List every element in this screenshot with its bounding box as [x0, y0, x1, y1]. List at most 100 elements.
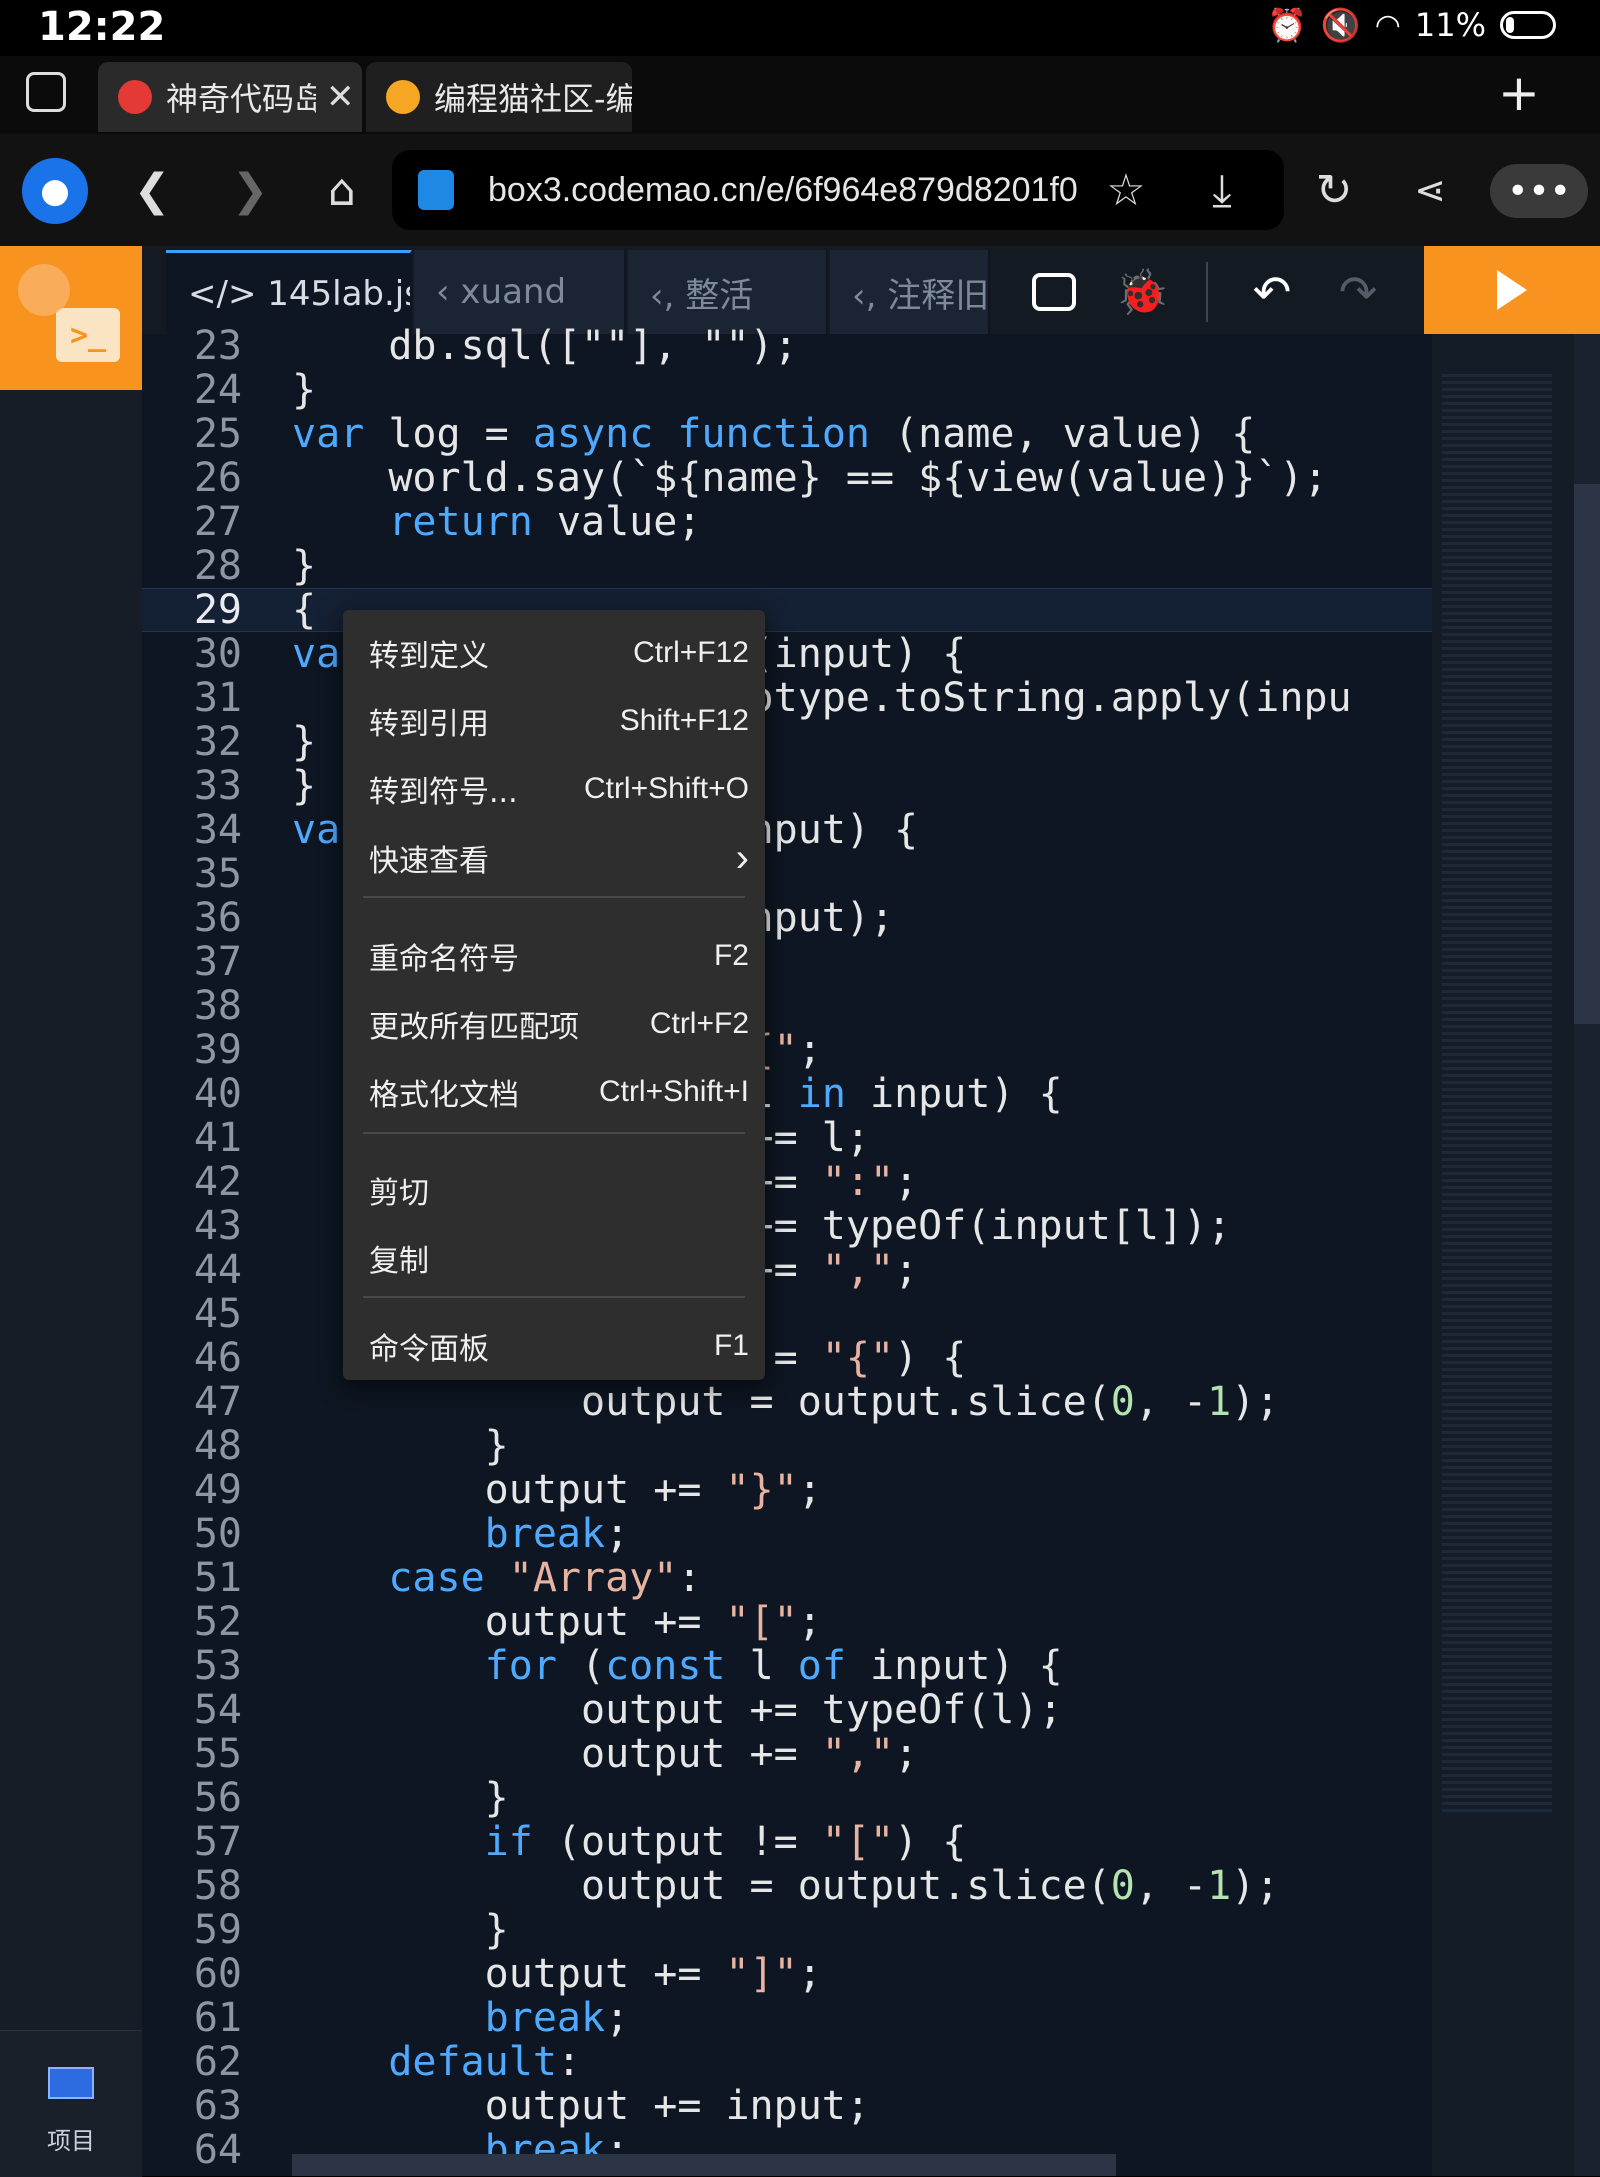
line-number: 54 — [193, 1687, 242, 1733]
line-number: 39 — [193, 1027, 242, 1073]
close-tab-icon[interactable]: ✕ — [326, 77, 355, 117]
line-number: 58 — [193, 1863, 242, 1909]
redo-icon[interactable]: ↷ — [1322, 256, 1394, 328]
project-chip-icon — [48, 2067, 94, 2099]
line-number: 29 — [193, 587, 242, 633]
line-number: 43 — [193, 1203, 242, 1249]
line-number: 26 — [193, 455, 242, 501]
line-number: 48 — [193, 1423, 242, 1469]
comment-icon[interactable] — [1018, 256, 1090, 328]
code-line-32: } — [292, 719, 317, 765]
browser-tab-codemao[interactable]: 编程猫社区-编 — [366, 62, 632, 132]
code-line-55: output += ","; — [292, 1731, 919, 1777]
run-button[interactable] — [1424, 246, 1600, 334]
line-number: 27 — [193, 499, 242, 545]
code-line-52: output += "["; — [292, 1599, 822, 1645]
download-icon[interactable]: ⤓ — [1182, 150, 1262, 230]
new-tab-button[interactable]: + — [1498, 64, 1540, 122]
vertical-scrollbar[interactable] — [1574, 334, 1600, 2176]
code-line-48: } — [292, 1423, 509, 1469]
wifi-icon: ◠ — [1374, 7, 1401, 43]
battery-icon — [1500, 11, 1556, 39]
status-time: 12:22 — [38, 4, 166, 50]
code-line-29: { — [292, 587, 317, 633]
play-icon — [1497, 270, 1527, 310]
line-number: 37 — [193, 939, 242, 985]
code-line-61: break; — [484, 1995, 630, 2041]
codemao-favicon — [386, 80, 420, 114]
line-number: 59 — [193, 1907, 242, 1953]
mute-icon: 🔇 — [1320, 6, 1361, 44]
code-line-51: case "Array": — [388, 1555, 702, 1601]
menu-command-palette[interactable]: 命令面板 F1 — [369, 1318, 749, 1374]
avatar-badge-icon — [18, 264, 70, 316]
line-number: 55 — [193, 1731, 242, 1777]
menu-cut[interactable]: 剪切 — [369, 1162, 749, 1218]
menu-separator — [363, 896, 745, 898]
toolbar-divider — [1206, 262, 1208, 322]
home-button[interactable]: ⌂ — [302, 150, 382, 230]
line-number: 44 — [193, 1247, 242, 1293]
menu-button[interactable]: ••• — [1490, 164, 1588, 218]
line-number: 53 — [193, 1643, 242, 1689]
site-lock-icon[interactable] — [418, 170, 454, 210]
minimap[interactable] — [1432, 334, 1574, 2176]
code-line-25: var log = async function (name, value) { — [292, 411, 1256, 457]
line-number: 57 — [193, 1819, 242, 1865]
scrollbar-thumb[interactable] — [1574, 484, 1600, 1024]
share-icon[interactable]: ⋖ — [1390, 150, 1470, 230]
line-number: 56 — [193, 1775, 242, 1821]
forward-button[interactable]: ❯ — [210, 150, 290, 230]
battery-percent: 11% — [1414, 6, 1486, 44]
reload-button[interactable]: ↻ — [1294, 150, 1374, 230]
chevron-right-icon: › — [735, 835, 749, 880]
line-number: 42 — [193, 1159, 242, 1205]
project-panel-button[interactable]: 项目 — [0, 2030, 142, 2177]
status-icons: ⏰ 🔇 ◠ 11% — [1267, 6, 1556, 44]
undo-icon[interactable]: ↶ — [1236, 256, 1308, 328]
ide-tab-label: </> 145lab.js — [188, 273, 412, 314]
line-number: 40 — [193, 1071, 242, 1117]
menu-copy[interactable]: 复制 — [369, 1230, 749, 1286]
line-number: 63 — [193, 2083, 242, 2129]
ide-tab-label: ‹ xuand — [436, 272, 567, 312]
code-line-27: return value; — [388, 499, 702, 545]
menu-go-to-references[interactable]: 转到引用 Shift+F12 — [369, 693, 749, 749]
line-number: 49 — [193, 1467, 242, 1513]
ide-tab-zhushi[interactable]: ‹, 注释旧 — [830, 250, 990, 334]
bookmark-star-icon[interactable]: ☆ — [1086, 150, 1166, 230]
ide-tab-label: ‹, 整活 — [650, 275, 754, 316]
menu-go-to-definition[interactable]: 转到定义 Ctrl+F12 — [369, 625, 749, 681]
line-number: 46 — [193, 1335, 242, 1381]
project-label: 项目 — [47, 2127, 95, 2155]
ide-tab-zhenghuo[interactable]: ‹, 整活 — [628, 250, 828, 334]
line-number: 34 — [193, 807, 242, 853]
ide-tab-xuand[interactable]: ‹ xuand — [414, 250, 626, 334]
line-number: 25 — [193, 411, 242, 457]
menu-format-document[interactable]: 格式化文档 Ctrl+Shift+I — [369, 1064, 749, 1120]
code-line-62: default: — [388, 2039, 581, 2085]
ide-tab-145lab[interactable]: </> 145lab.js — [166, 250, 412, 334]
left-activity-rail — [0, 390, 142, 2176]
browser-tab-label: 编程猫社区-编 — [434, 80, 632, 118]
line-number: 38 — [193, 983, 242, 1029]
ide-logo[interactable]: >_ — [0, 246, 142, 390]
line-number: 36 — [193, 895, 242, 941]
profile-avatar[interactable]: ● — [22, 158, 88, 224]
back-button[interactable]: ❮ — [112, 150, 192, 230]
code-line-47: output = output.slice(0, -1); — [292, 1379, 1280, 1425]
menu-peek[interactable]: 快速查看 › — [369, 830, 749, 886]
browser-tab-codeisland[interactable]: 神奇代码岛 ✕ — [98, 62, 362, 132]
tab-switcher-icon[interactable] — [26, 72, 66, 112]
debug-bug-icon[interactable]: 🐞 — [1106, 256, 1178, 328]
current-line-highlight — [142, 588, 1432, 632]
ide-tab-label: ‹, 注释旧 — [852, 275, 990, 316]
line-number: 50 — [193, 1511, 242, 1557]
menu-separator — [363, 1132, 745, 1134]
line-number: 31 — [193, 675, 242, 721]
menu-rename-symbol[interactable]: 重命名符号 F2 — [369, 928, 749, 984]
horizontal-scrollbar[interactable] — [292, 2154, 1116, 2176]
menu-change-all-occurrences[interactable]: 更改所有匹配项 Ctrl+F2 — [369, 996, 749, 1052]
line-number: 52 — [193, 1599, 242, 1645]
menu-go-to-symbol[interactable]: 转到符号... Ctrl+Shift+O — [369, 761, 749, 817]
